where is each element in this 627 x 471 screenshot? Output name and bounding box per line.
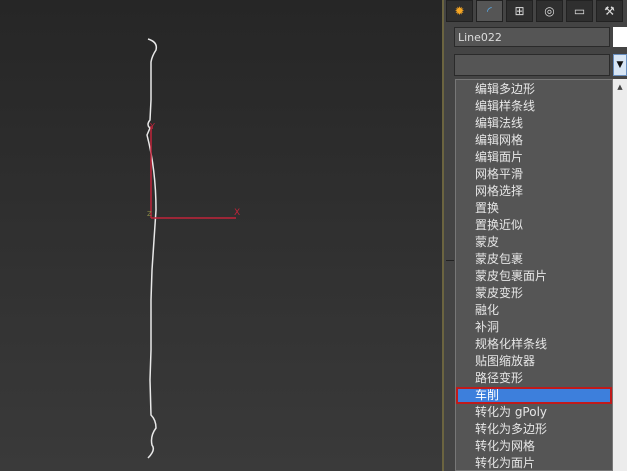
dropdown-scrollbar[interactable]: ▲ xyxy=(613,79,627,471)
modifier-item[interactable]: 网格平滑 xyxy=(456,166,612,183)
modifier-item[interactable]: 编辑网格 xyxy=(456,132,612,149)
modifier-item[interactable]: 补洞 xyxy=(456,319,612,336)
modifier-item[interactable]: 蒙皮变形 xyxy=(456,285,612,302)
line-spline xyxy=(146,38,158,459)
modifier-item[interactable]: 路径变形 xyxy=(456,370,612,387)
modifier-item[interactable]: 蒙皮 xyxy=(456,234,612,251)
viewport[interactable]: X Y Z xyxy=(0,0,442,471)
modifier-item[interactable]: 编辑样条线 xyxy=(456,98,612,115)
gizmo-x-label: X xyxy=(234,208,240,218)
modifier-dropdown-list[interactable]: 编辑多边形 编辑样条线 编辑法线 编辑网格 编辑面片 网格平滑 网格选择 置换 置换近似 蒙皮 蒙皮… xyxy=(455,79,613,471)
modifier-item[interactable]: 蒙皮包裹面片 xyxy=(456,268,612,285)
gizmo-y-label: Y xyxy=(149,122,155,131)
scroll-up-icon[interactable]: ▲ xyxy=(617,83,622,91)
object-color-swatch[interactable] xyxy=(613,27,627,47)
modify-tab-icon[interactable]: ◜ xyxy=(476,0,503,22)
modifier-item-selected[interactable]: 车削 xyxy=(456,387,612,404)
gizmo-z-label: Z xyxy=(147,210,152,218)
spline-profile: X Y Z xyxy=(146,38,240,459)
hierarchy-tab-icon[interactable]: ⊞ xyxy=(506,0,533,22)
modifier-item[interactable]: 转化为 gPoly xyxy=(456,404,612,421)
display-tab-icon[interactable]: ▭ xyxy=(566,0,593,22)
modifier-item[interactable]: 转化为多边形 xyxy=(456,421,612,438)
modifier-item[interactable]: 编辑法线 xyxy=(456,115,612,132)
modifier-list-dropdown[interactable] xyxy=(454,54,610,76)
modifier-item[interactable]: 置换近似 xyxy=(456,217,612,234)
modifier-item[interactable]: 贴图缩放器 xyxy=(456,353,612,370)
modifier-item[interactable]: 规格化样条线 xyxy=(456,336,612,353)
panel-divider xyxy=(446,260,454,460)
modifier-item[interactable]: 转化为网格 xyxy=(456,438,612,455)
modifier-item[interactable]: 编辑面片 xyxy=(456,149,612,166)
modifier-item[interactable]: 融化 xyxy=(456,302,612,319)
modifier-item[interactable]: 编辑多边形 xyxy=(456,81,612,98)
create-tab-icon[interactable]: ✹ xyxy=(446,0,473,22)
object-name-input[interactable]: Line022 xyxy=(454,27,610,47)
motion-tab-icon[interactable]: ◎ xyxy=(536,0,563,22)
modifier-item[interactable]: 转化为面片 xyxy=(456,455,612,470)
modifier-item[interactable]: 蒙皮包裹 xyxy=(456,251,612,268)
utilities-tab-icon[interactable]: ⚒ xyxy=(596,0,623,22)
dropdown-arrow-icon[interactable]: ▼ xyxy=(613,54,627,76)
modifier-item[interactable]: 网格选择 xyxy=(456,183,612,200)
modifier-item[interactable]: 置换 xyxy=(456,200,612,217)
